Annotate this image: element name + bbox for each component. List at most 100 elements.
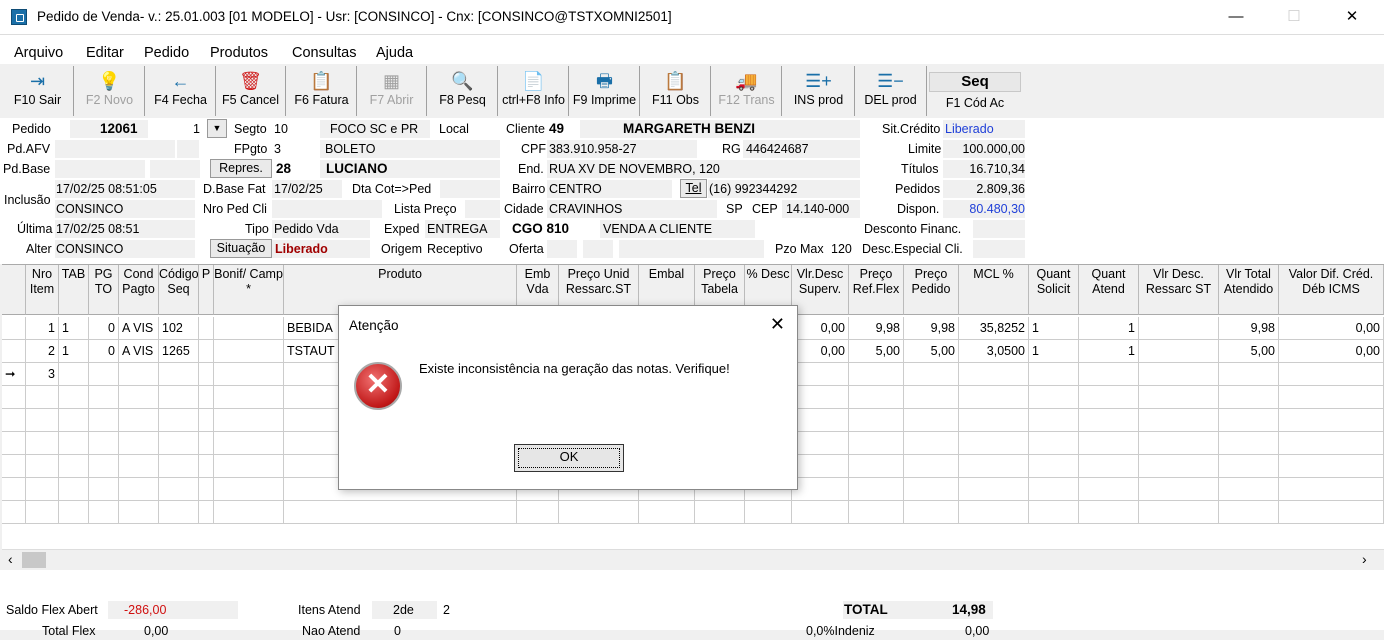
horizontal-scrollbar[interactable]: ‹ › xyxy=(2,549,1384,569)
column-header[interactable]: TAB xyxy=(59,265,89,315)
table-cell[interactable] xyxy=(59,501,89,524)
table-cell[interactable] xyxy=(89,363,119,386)
table-cell[interactable] xyxy=(1279,363,1384,386)
table-cell[interactable]: A VIS xyxy=(119,340,159,363)
column-header[interactable]: Vlr Desc. Ressarc ST xyxy=(1139,265,1219,315)
table-cell[interactable] xyxy=(119,363,159,386)
table-cell[interactable] xyxy=(159,455,199,478)
scroll-right-icon[interactable]: › xyxy=(1362,551,1367,567)
table-cell[interactable] xyxy=(1029,409,1079,432)
table-cell[interactable] xyxy=(1219,478,1279,501)
table-cell[interactable] xyxy=(199,340,214,363)
column-header[interactable]: Vlr Total Atendido xyxy=(1219,265,1279,315)
table-cell[interactable] xyxy=(792,501,849,524)
table-cell[interactable] xyxy=(59,455,89,478)
table-cell[interactable] xyxy=(119,455,159,478)
table-cell[interactable] xyxy=(26,386,59,409)
table-cell[interactable] xyxy=(849,455,904,478)
menu-produtos[interactable]: Produtos xyxy=(210,45,268,61)
table-cell[interactable] xyxy=(849,501,904,524)
table-cell[interactable] xyxy=(1079,455,1139,478)
table-cell[interactable] xyxy=(959,386,1029,409)
column-header[interactable]: Preço Ref.Flex xyxy=(849,265,904,315)
toolbar-button-11[interactable]: ☰+ INS prod xyxy=(783,66,855,116)
ok-button[interactable]: OK xyxy=(514,444,624,472)
table-cell[interactable]: 9,98 xyxy=(1219,317,1279,340)
table-cell[interactable] xyxy=(214,455,284,478)
column-header[interactable]: Preço Pedido xyxy=(904,265,959,315)
table-cell[interactable] xyxy=(214,501,284,524)
table-cell[interactable] xyxy=(89,478,119,501)
table-cell[interactable] xyxy=(849,386,904,409)
table-cell[interactable] xyxy=(904,363,959,386)
table-cell[interactable] xyxy=(1219,363,1279,386)
table-cell[interactable] xyxy=(214,363,284,386)
table-cell[interactable] xyxy=(2,478,26,501)
table-cell[interactable] xyxy=(1029,363,1079,386)
table-row[interactable] xyxy=(2,501,1384,524)
table-cell[interactable] xyxy=(959,501,1029,524)
table-cell[interactable] xyxy=(1079,501,1139,524)
toolbar-button-6[interactable]: 🔍 F8 Pesq xyxy=(428,66,498,116)
table-cell[interactable] xyxy=(199,317,214,340)
table-cell[interactable] xyxy=(1279,386,1384,409)
table-cell[interactable] xyxy=(159,386,199,409)
table-cell[interactable]: 102 xyxy=(159,317,199,340)
table-cell[interactable]: 0 xyxy=(89,340,119,363)
column-header[interactable]: Quant Atend xyxy=(1079,265,1139,315)
toolbar-button-10[interactable]: 🚚 F12 Trans xyxy=(712,66,782,116)
table-cell[interactable]: 5,00 xyxy=(904,340,959,363)
table-cell[interactable] xyxy=(1139,317,1219,340)
table-cell[interactable] xyxy=(214,409,284,432)
table-cell[interactable]: A VIS xyxy=(119,317,159,340)
table-cell[interactable] xyxy=(1029,432,1079,455)
table-cell[interactable] xyxy=(214,432,284,455)
table-cell[interactable] xyxy=(89,501,119,524)
table-cell[interactable] xyxy=(959,455,1029,478)
maximize-button[interactable]: ☐ xyxy=(1265,0,1323,34)
table-cell[interactable] xyxy=(1219,455,1279,478)
table-cell[interactable] xyxy=(959,363,1029,386)
column-header[interactable]: Vlr.Desc Superv. xyxy=(792,265,849,315)
table-cell[interactable] xyxy=(1079,363,1139,386)
column-header[interactable]: Bonif/ Camp * xyxy=(214,265,284,315)
table-cell[interactable] xyxy=(904,409,959,432)
table-cell[interactable] xyxy=(792,386,849,409)
table-cell[interactable] xyxy=(559,501,639,524)
table-cell[interactable]: 0,00 xyxy=(1279,340,1384,363)
menu-editar[interactable]: Editar xyxy=(86,45,124,61)
table-cell[interactable]: 1 xyxy=(1079,317,1139,340)
column-header[interactable]: MCL % xyxy=(959,265,1029,315)
table-cell[interactable]: 35,8252 xyxy=(959,317,1029,340)
table-cell[interactable] xyxy=(119,432,159,455)
table-cell[interactable] xyxy=(26,409,59,432)
column-header[interactable]: Quant Solicit xyxy=(1029,265,1079,315)
toolbar-button-12[interactable]: ☰− DEL prod xyxy=(855,66,927,116)
table-cell[interactable] xyxy=(2,455,26,478)
table-cell[interactable] xyxy=(1279,409,1384,432)
table-cell[interactable]: 1265 xyxy=(159,340,199,363)
table-cell[interactable]: 5,00 xyxy=(1219,340,1279,363)
table-cell[interactable] xyxy=(904,455,959,478)
table-cell[interactable]: 0,00 xyxy=(792,317,849,340)
tel-button[interactable]: Tel xyxy=(680,179,707,198)
repres-button[interactable]: Repres. xyxy=(210,159,272,178)
table-cell[interactable] xyxy=(2,501,26,524)
table-cell[interactable]: 9,98 xyxy=(849,317,904,340)
toolbar-button-9[interactable]: 📋 F11 Obs xyxy=(641,66,711,116)
table-cell[interactable] xyxy=(214,340,284,363)
table-cell[interactable]: 5,00 xyxy=(849,340,904,363)
table-cell[interactable] xyxy=(159,478,199,501)
toolbar-button-4[interactable]: 📋 F6 Fatura xyxy=(287,66,357,116)
table-cell[interactable] xyxy=(2,340,26,363)
table-cell[interactable] xyxy=(119,409,159,432)
column-header[interactable]: PG TO xyxy=(89,265,119,315)
minimize-button[interactable]: — xyxy=(1207,0,1265,34)
current-row-arrow-icon[interactable]: ➞ xyxy=(2,363,26,386)
table-cell[interactable] xyxy=(159,432,199,455)
menu-consultas[interactable]: Consultas xyxy=(292,45,356,61)
table-cell[interactable]: 1 xyxy=(26,317,59,340)
table-cell[interactable] xyxy=(745,501,792,524)
table-cell[interactable] xyxy=(2,386,26,409)
table-cell[interactable] xyxy=(849,363,904,386)
